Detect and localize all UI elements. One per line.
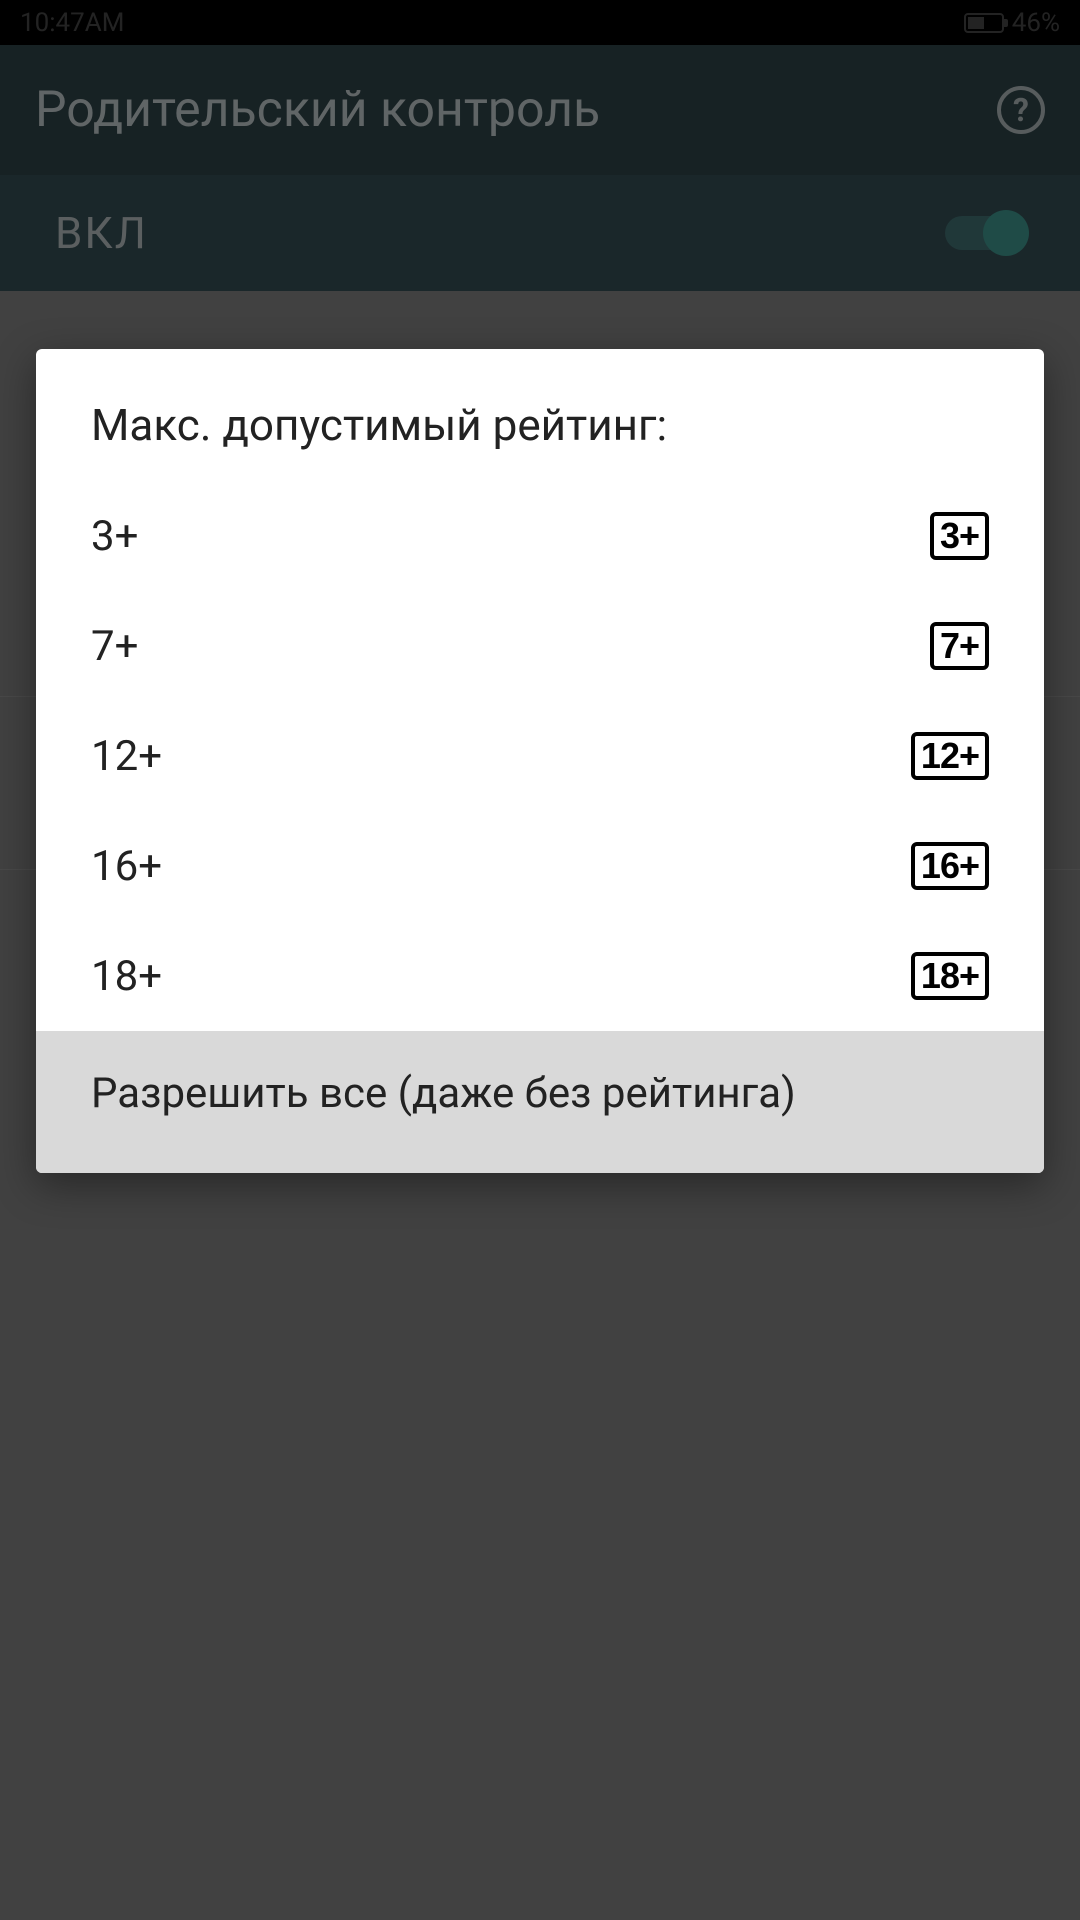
dialog-title: Макс. допустимый рейтинг: bbox=[36, 349, 1044, 481]
rating-badge-icon: 3+ bbox=[930, 512, 989, 560]
allow-all-label: Разрешить все (даже без рейтинга) bbox=[91, 1066, 989, 1123]
rating-badge-icon: 12+ bbox=[911, 732, 989, 780]
rating-label: 16+ bbox=[91, 842, 162, 891]
rating-option-7[interactable]: 7+ 7+ bbox=[36, 591, 1044, 701]
toggle-thumb bbox=[983, 210, 1029, 256]
rating-option-16[interactable]: 16+ 16+ bbox=[36, 811, 1044, 921]
battery-percent: 46% bbox=[1012, 8, 1060, 38]
app-header: Родительский контроль ? bbox=[0, 45, 1080, 175]
rating-badge-icon: 7+ bbox=[930, 622, 989, 670]
status-time: 10:47AM bbox=[20, 8, 124, 38]
rating-option-12[interactable]: 12+ 12+ bbox=[36, 701, 1044, 811]
toggle-switch[interactable] bbox=[945, 216, 1025, 250]
status-right: 46% bbox=[964, 8, 1060, 38]
toggle-label: ВКЛ bbox=[55, 207, 148, 259]
rating-option-18[interactable]: 18+ 18+ bbox=[36, 921, 1044, 1031]
rating-dialog: Макс. допустимый рейтинг: 3+ 3+ 7+ 7+ 12… bbox=[36, 349, 1044, 1173]
page-title: Родительский контроль bbox=[35, 81, 600, 139]
rating-label: 7+ bbox=[91, 622, 138, 671]
parental-toggle-row[interactable]: ВКЛ bbox=[0, 175, 1080, 291]
rating-option-3[interactable]: 3+ 3+ bbox=[36, 481, 1044, 591]
rating-badge-icon: 18+ bbox=[911, 952, 989, 1000]
rating-label: 3+ bbox=[91, 512, 138, 561]
help-icon[interactable]: ? bbox=[997, 86, 1045, 134]
rating-label: 18+ bbox=[91, 952, 162, 1001]
rating-label: 12+ bbox=[91, 732, 162, 781]
allow-all-option[interactable]: Разрешить все (даже без рейтинга) bbox=[36, 1031, 1044, 1173]
rating-badge-icon: 16+ bbox=[911, 842, 989, 890]
battery-icon bbox=[964, 13, 1004, 33]
status-bar: 10:47AM 46% bbox=[0, 0, 1080, 45]
